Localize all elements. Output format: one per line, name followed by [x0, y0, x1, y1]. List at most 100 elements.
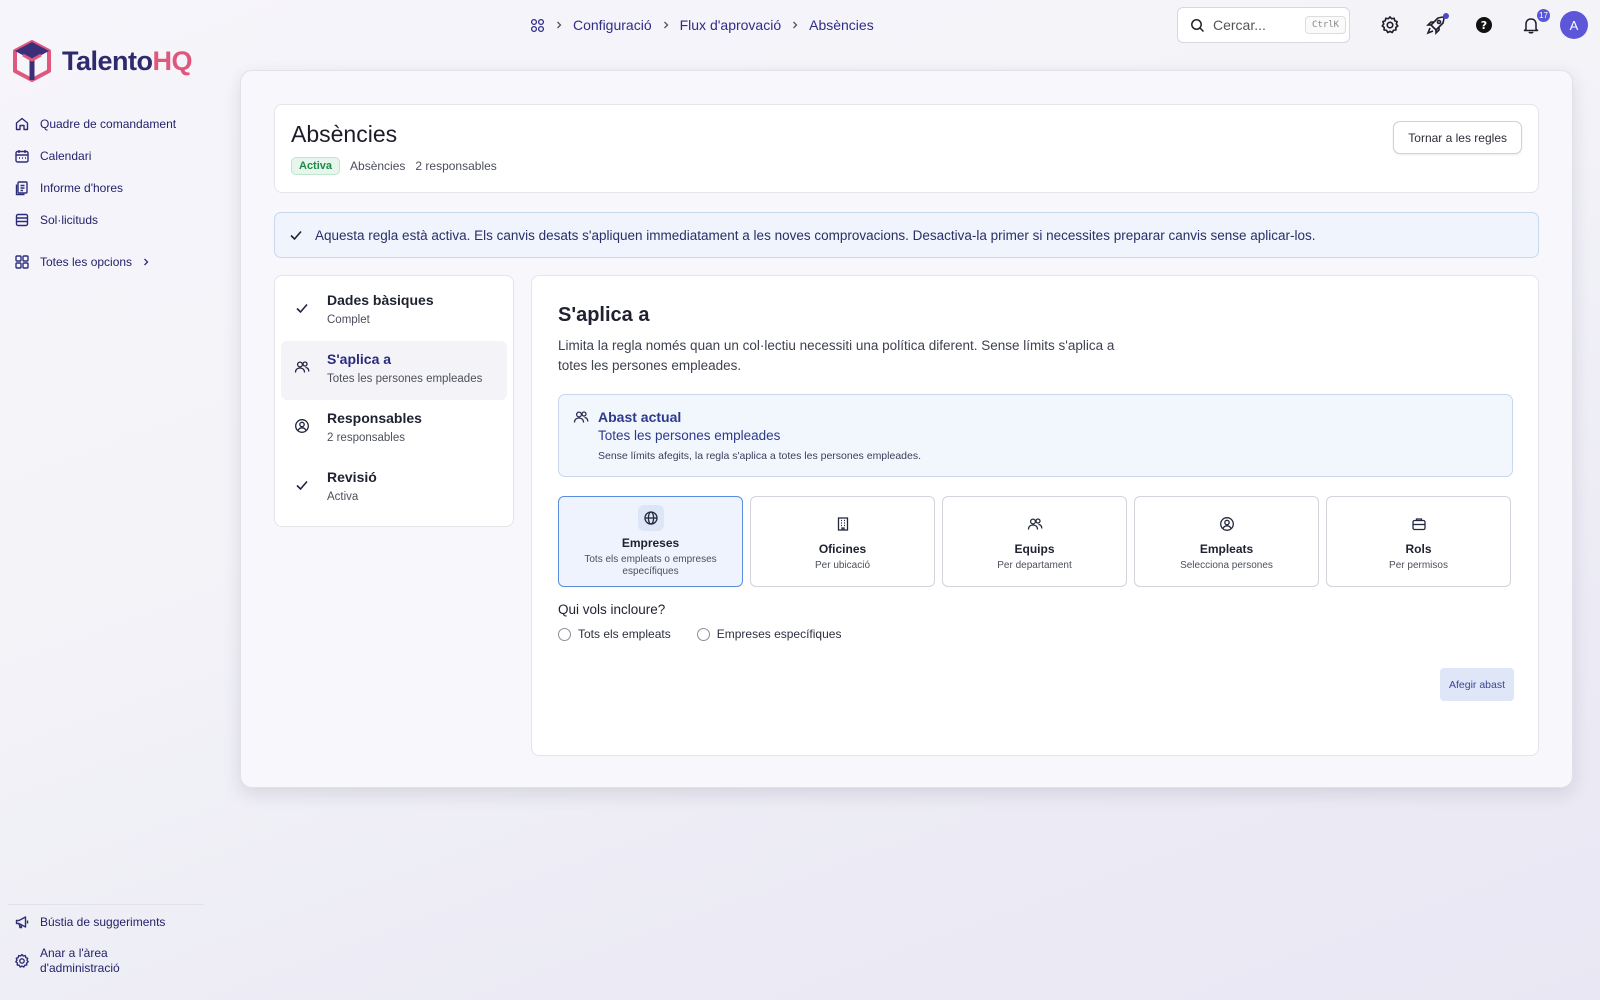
globe-icon	[637, 505, 664, 531]
logo[interactable]: TalentoHQ	[12, 40, 192, 82]
option-subtitle: Selecciona persones	[1180, 560, 1273, 571]
rule-category: Absències	[350, 159, 406, 173]
sidebar-bottom: Bústia de suggeriments Anar a l'àrea d'a…	[8, 904, 214, 992]
rule-meta: Activa Absències 2 responsables	[291, 157, 497, 175]
option-subtitle: Per departament	[997, 560, 1072, 571]
scope-type-options: Empreses Tots els empleats o empreses es…	[558, 496, 1511, 587]
divider	[8, 904, 204, 905]
briefcase-icon	[1406, 511, 1432, 537]
step-subtitle: 2 responsables	[327, 432, 405, 444]
main-card: Absències Activa Absències 2 responsable…	[240, 70, 1573, 788]
step-title: Responsables	[327, 410, 422, 426]
logo-text: TalentoHQ	[62, 45, 192, 76]
sidebar-item-requests[interactable]: Sol·licituds	[14, 204, 214, 236]
option-oficines[interactable]: Oficines Per ubicació	[750, 496, 935, 587]
option-title: Empreses	[621, 536, 680, 550]
breadcrumb-configuracio[interactable]: Configuració	[573, 17, 652, 33]
sidebar-item-label: Calendari	[40, 149, 92, 163]
settings-button[interactable]	[1378, 13, 1402, 37]
chevron-right-icon	[662, 20, 670, 30]
help-button[interactable]: ?	[1472, 13, 1496, 37]
section-description: Limita la regla només quan un col·lectiu…	[558, 338, 1115, 373]
sidebar-item-dashboard[interactable]: Quadre de comandament	[14, 108, 214, 140]
option-subtitle: Per ubicació	[814, 560, 871, 571]
sidebar: TalentoHQ Quadre de comandament Calendar…	[0, 0, 220, 1000]
sidebar-nav: Quadre de comandament Calendari Informe …	[14, 108, 214, 278]
megaphone-icon	[14, 914, 30, 930]
rule-responsables: 2 responsables	[415, 159, 497, 173]
wizard-steps: Dades bàsiques Complet S'aplica a Totes …	[274, 275, 514, 527]
radio-label: Empreses específiques	[716, 627, 842, 641]
back-to-rules-button[interactable]: Tornar a les regles	[1393, 121, 1522, 154]
users-icon	[291, 356, 313, 378]
sidebar-item-calendar[interactable]: Calendari	[14, 140, 214, 172]
apps-icon[interactable]	[530, 18, 545, 33]
notifications-button[interactable]: 17	[1519, 9, 1550, 37]
step-responsables[interactable]: Responsables 2 responsables	[281, 400, 507, 459]
active-rule-alert: Aquesta regla està activa. Els canvis de…	[274, 212, 1539, 258]
step-subtitle: Activa	[327, 491, 359, 503]
section-title: S'aplica a	[558, 304, 650, 326]
step-title: S'aplica a	[327, 351, 392, 367]
gear-icon	[1380, 15, 1400, 35]
radio-circle[interactable]	[696, 627, 710, 641]
search-box[interactable]: CtrlK	[1177, 7, 1350, 43]
sidebar-item-label: Anar a l'àrea d'administració	[40, 946, 120, 975]
step-subtitle: Totes les persones empleades	[327, 373, 483, 385]
step-basic-data[interactable]: Dades bàsiques Complet	[281, 282, 507, 341]
help-icon: ?	[1475, 16, 1493, 34]
sidebar-item-suggestions[interactable]: Bústia de suggeriments	[14, 914, 214, 930]
notification-count: 17	[1537, 9, 1550, 22]
include-radio-group: Tots els empleats Empreses específiques	[558, 627, 841, 641]
current-scope-card: Abast actual Totes les persones empleade…	[558, 394, 1513, 477]
calendar-icon	[14, 148, 30, 164]
users-icon	[1022, 511, 1048, 537]
sidebar-item-hours-report[interactable]: Informe d'hores	[14, 172, 214, 204]
scope-note: Sense límits afegits, la regla s'aplica …	[598, 450, 922, 462]
logo-cube-icon	[12, 40, 52, 82]
option-title: Equips	[1014, 542, 1055, 556]
check-icon	[291, 297, 313, 319]
user-circle-icon	[291, 415, 313, 437]
step-review[interactable]: Revisió Activa	[281, 459, 507, 518]
gear-icon	[14, 953, 30, 969]
rule-header: Absències Activa Absències 2 responsable…	[274, 104, 1539, 193]
alert-text: Aquesta regla està activa. Els canvis de…	[315, 227, 1316, 243]
whats-new-button[interactable]	[1424, 13, 1449, 37]
add-scope-button[interactable]: Afegir abast	[1440, 668, 1515, 701]
sidebar-item-label: Bústia de suggeriments	[40, 915, 166, 929]
radio-circle[interactable]	[558, 627, 571, 641]
option-equips[interactable]: Equips Per departament	[942, 496, 1127, 587]
sidebar-item-admin[interactable]: Anar a l'àrea d'administració	[14, 946, 214, 976]
check-icon	[289, 228, 303, 242]
include-question: Qui vols incloure?	[558, 602, 666, 617]
search-icon	[1190, 18, 1205, 33]
chevron-right-icon	[791, 20, 799, 30]
sidebar-item-label: Informe d'hores	[40, 181, 123, 195]
scope-title: Abast actual	[598, 409, 682, 425]
breadcrumb-flux-aprovacio[interactable]: Flux d'aprovació	[680, 17, 782, 33]
avatar[interactable]: A	[1560, 11, 1588, 39]
option-empreses[interactable]: Empreses Tots els empleats o empreses es…	[558, 496, 743, 587]
list-icon	[14, 212, 30, 228]
step-title: Dades bàsiques	[327, 292, 434, 308]
grid-icon	[14, 254, 30, 270]
home-icon	[14, 116, 30, 132]
sidebar-item-label: Sol·licituds	[40, 213, 99, 227]
option-title: Oficines	[818, 542, 867, 556]
option-rols[interactable]: Rols Per permisos	[1326, 496, 1511, 587]
scope-value: Totes les persones empleades	[598, 428, 781, 443]
search-input[interactable]	[1213, 17, 1297, 33]
option-subtitle: Tots els empleats o empreses específique…	[584, 554, 717, 577]
radio-label: Tots els empleats	[578, 627, 671, 641]
option-empleats[interactable]: Empleats Selecciona persones	[1134, 496, 1319, 587]
applies-to-panel: S'aplica a Limita la regla només quan un…	[531, 275, 1539, 756]
sidebar-item-label: Totes les opcions	[40, 255, 133, 269]
sidebar-item-all-options[interactable]: Totes les opcions	[14, 246, 214, 278]
radio-all-employees[interactable]: Tots els empleats	[558, 627, 671, 641]
status-badge: Activa	[291, 157, 341, 175]
step-applies-to[interactable]: S'aplica a Totes les persones empleades	[281, 341, 507, 400]
radio-specific-companies[interactable]: Empreses específiques	[696, 627, 842, 641]
page-title: Absències	[291, 121, 398, 147]
search-shortcut: CtrlK	[1305, 16, 1347, 34]
